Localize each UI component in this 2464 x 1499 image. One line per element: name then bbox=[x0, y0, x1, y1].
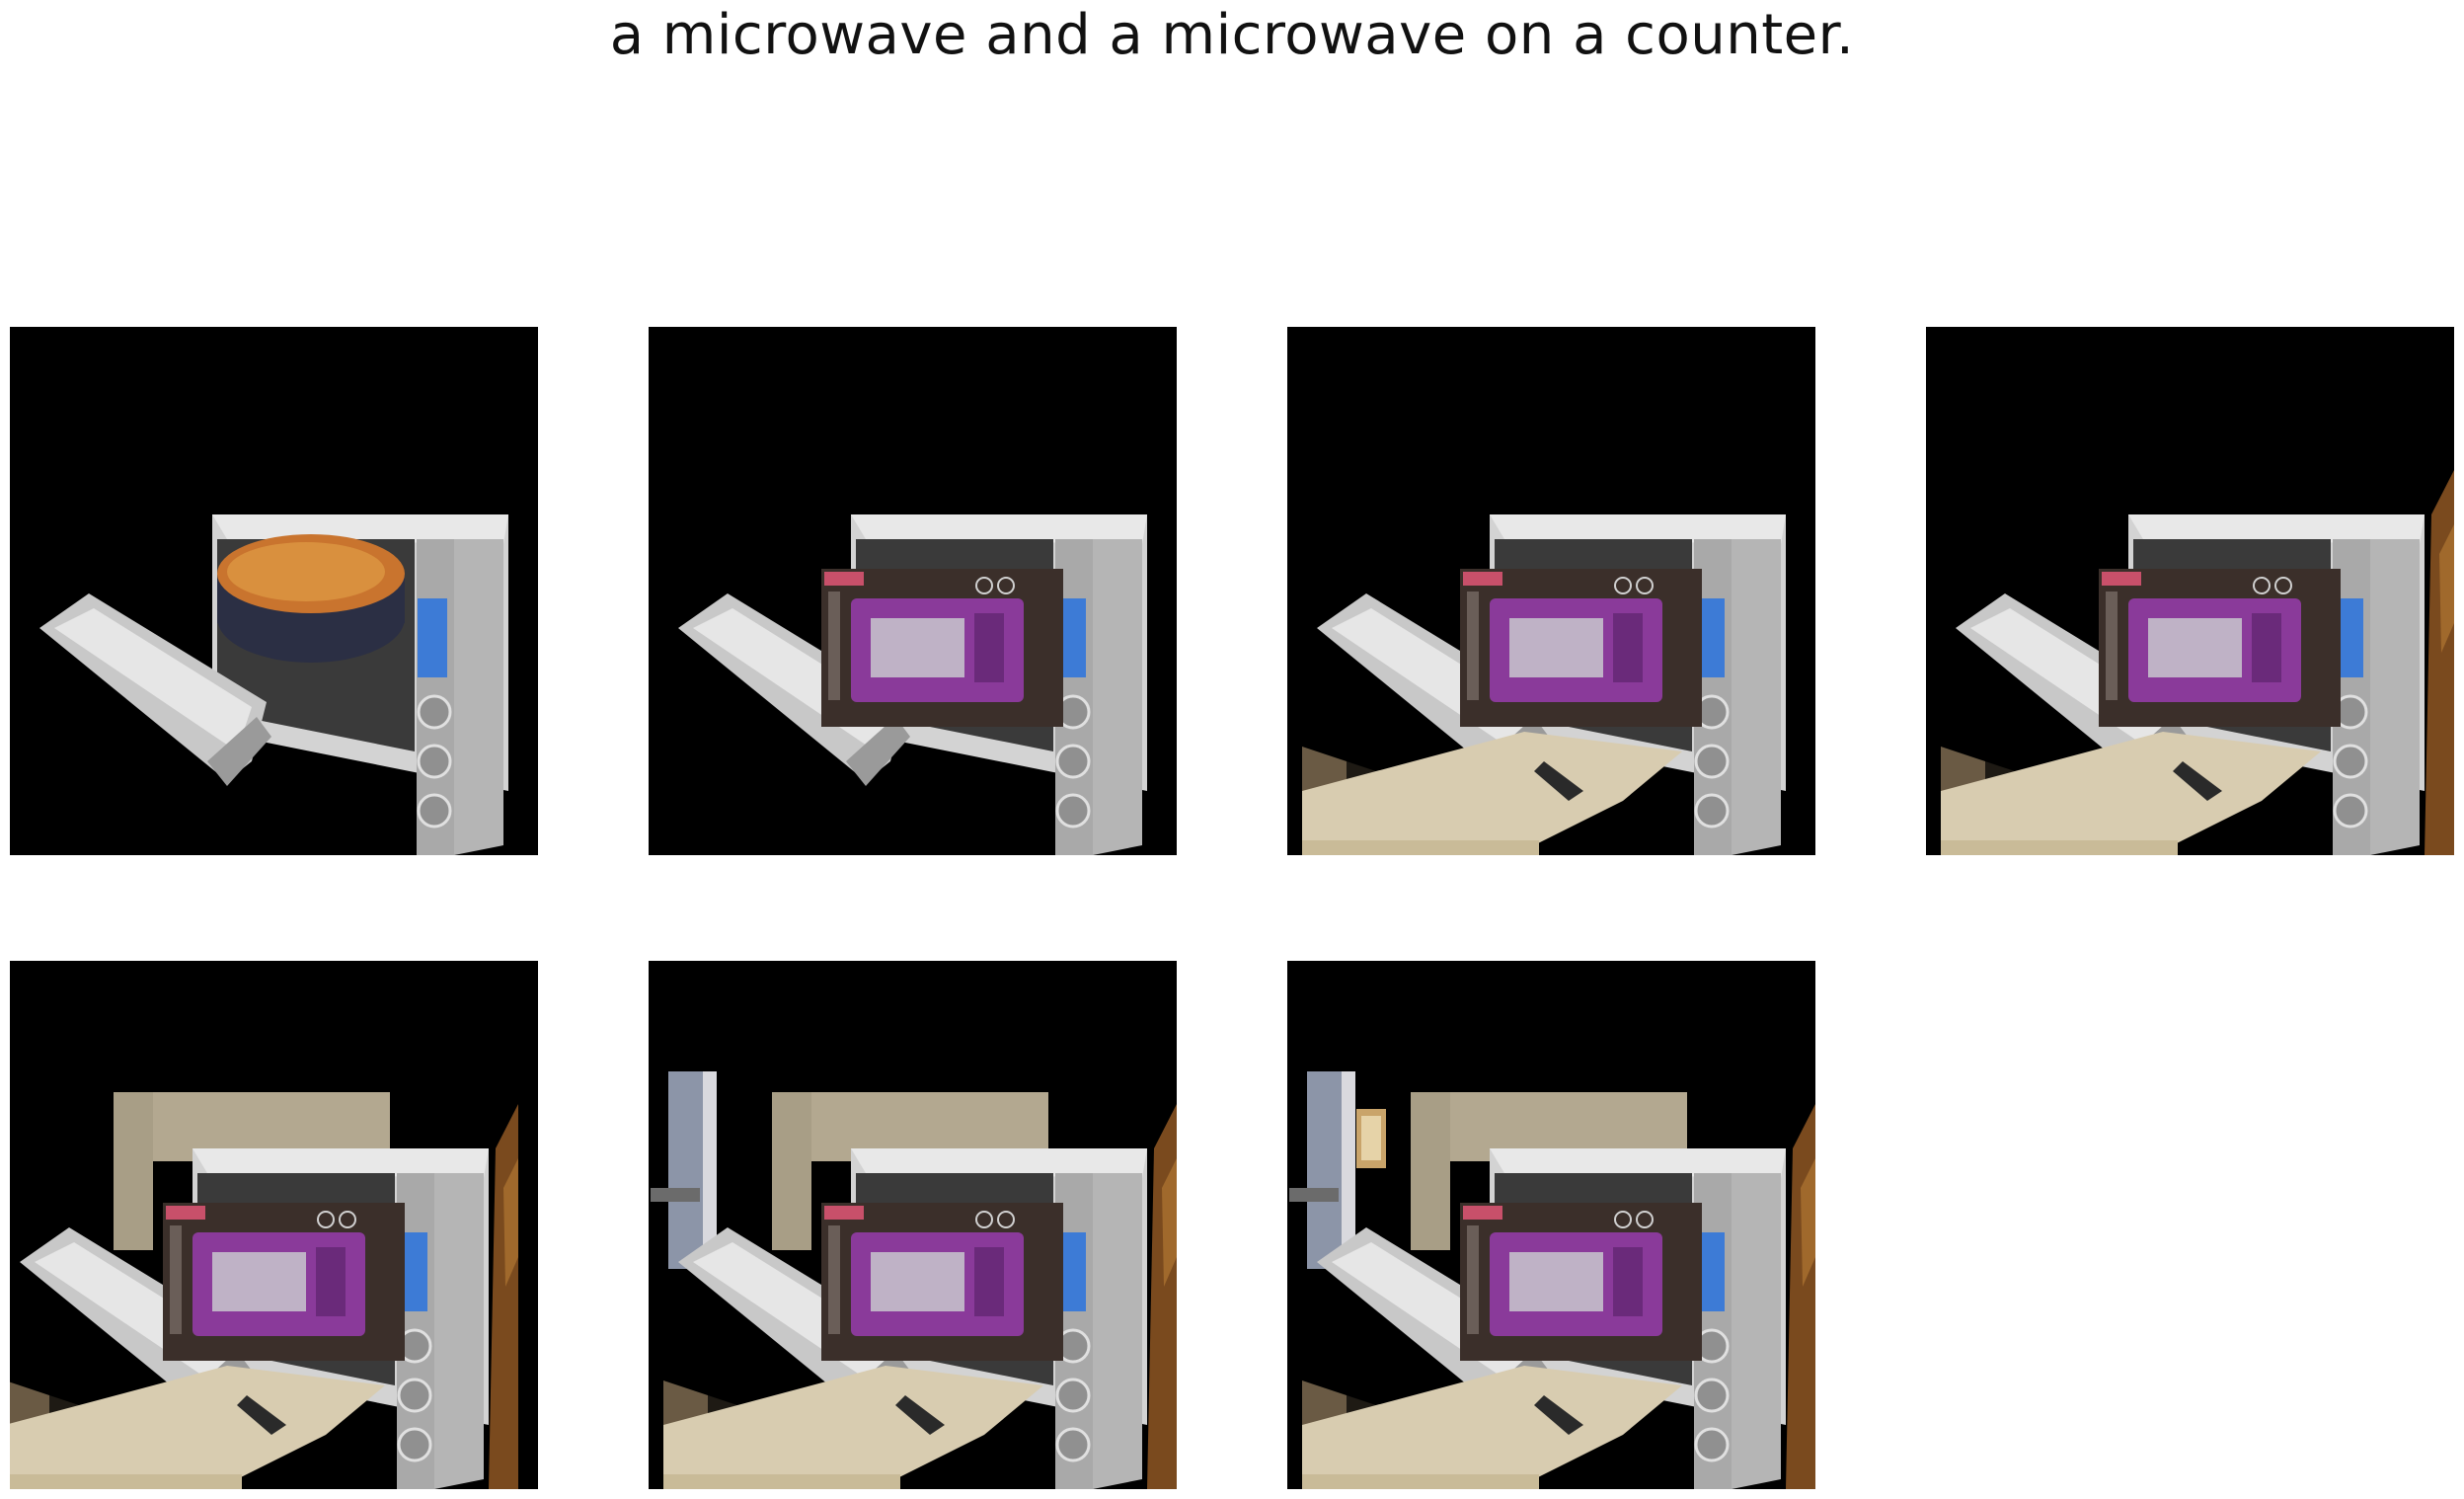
image-panel-1 bbox=[10, 327, 538, 855]
image-panel-2 bbox=[649, 327, 1177, 855]
figure-caption: a microwave and a microwave on a counter… bbox=[609, 3, 1855, 67]
image-panel-3 bbox=[1287, 327, 1815, 855]
image-panel-7 bbox=[1287, 961, 1815, 1489]
scene-7 bbox=[1287, 961, 1815, 1489]
image-panel-5 bbox=[10, 961, 538, 1489]
casserole-dish bbox=[217, 534, 405, 663]
microwave-box bbox=[2099, 569, 2341, 727]
microwave-box bbox=[821, 1203, 1063, 1361]
scene-6 bbox=[649, 961, 1177, 1489]
scene-2 bbox=[649, 327, 1177, 855]
scene-5 bbox=[10, 961, 538, 1489]
scene-1 bbox=[10, 327, 538, 855]
scene-3 bbox=[1287, 327, 1815, 855]
microwave-box bbox=[1460, 569, 1702, 727]
microwave-box bbox=[1460, 1203, 1702, 1361]
image-panel-4 bbox=[1926, 327, 2454, 855]
scene-4 bbox=[1926, 327, 2454, 855]
microwave-box bbox=[163, 1203, 405, 1361]
microwave-box bbox=[821, 569, 1063, 727]
cabinet-window bbox=[1356, 1109, 1386, 1168]
image-panel-6 bbox=[649, 961, 1177, 1489]
